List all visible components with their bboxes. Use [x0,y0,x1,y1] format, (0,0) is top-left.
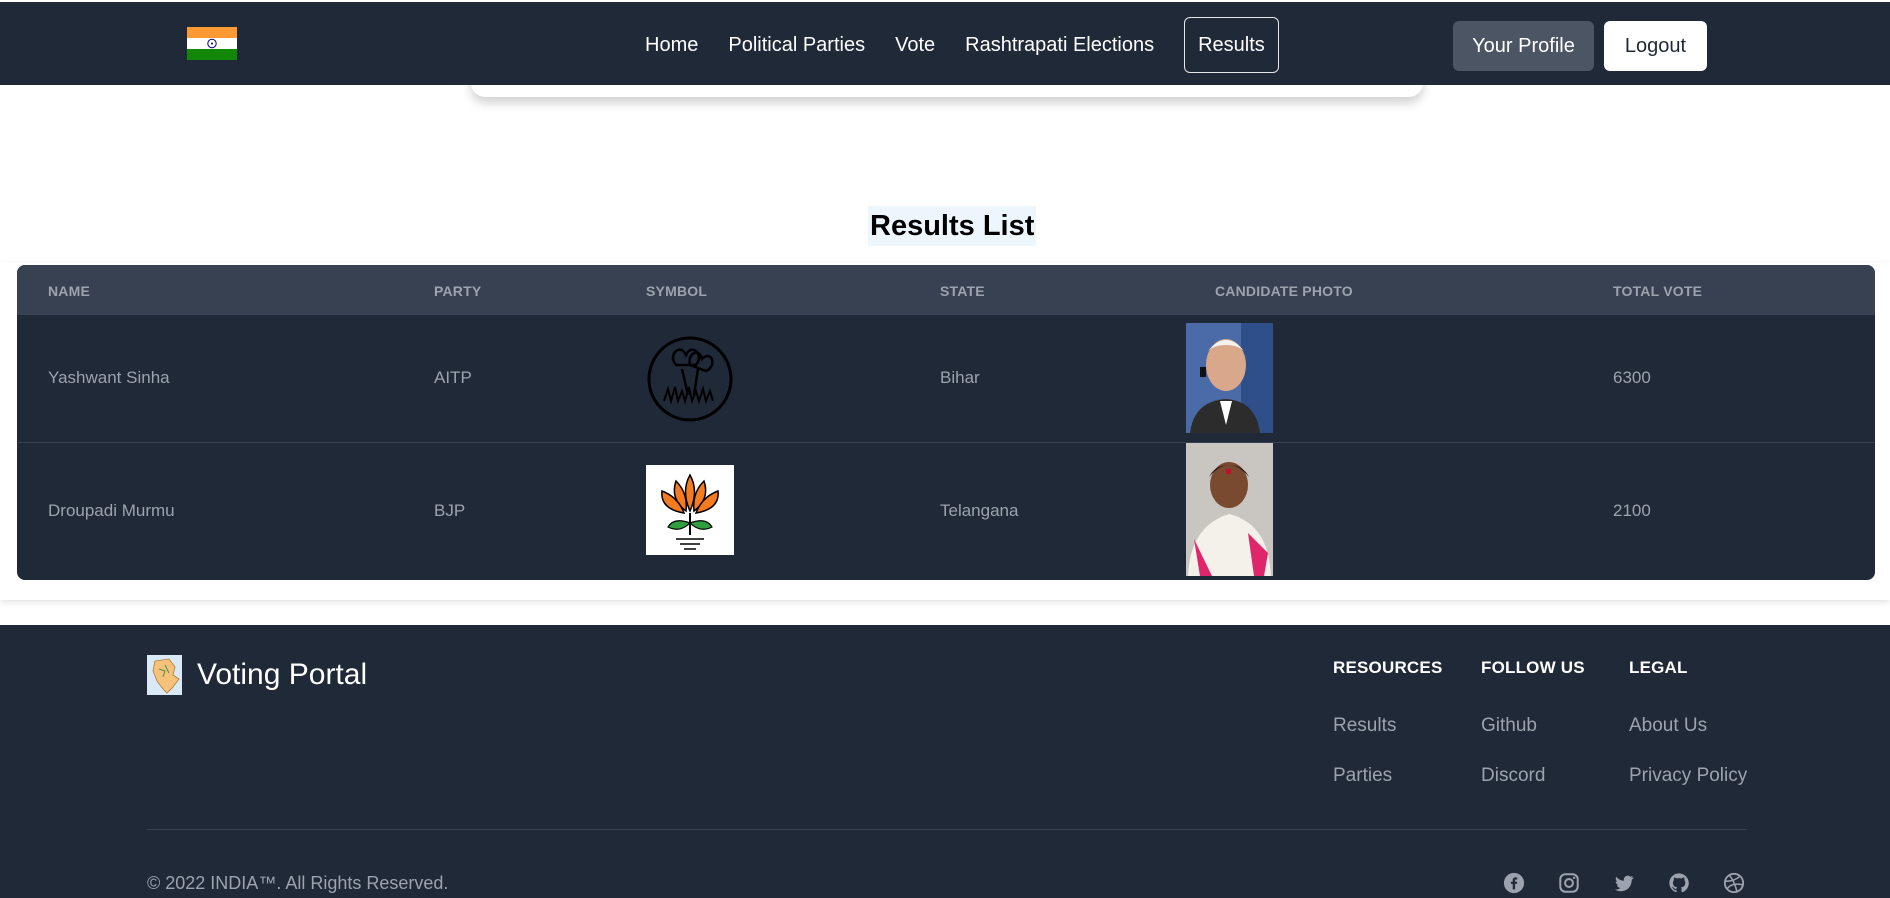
party-name: BJP [434,501,466,520]
footer-legal-title: LEGAL [1629,658,1688,677]
footer-link-discord[interactable]: Discord [1481,765,1545,787]
state-name: Bihar [940,368,980,387]
column-header-symbol: Symbol [646,283,708,299]
footer-link-results[interactable]: Results [1333,715,1396,737]
column-header-name: Name [48,283,91,299]
party-name: AITP [434,368,472,387]
india-flag-icon[interactable] [187,27,237,60]
footer-link-privacy-policy[interactable]: Privacy Policy [1629,765,1747,787]
column-header-party: Party [434,283,482,299]
results-table-header: Name Party Symbol State Candidate Photo … [17,265,1875,315]
nav-vote-link[interactable]: Vote [880,17,950,73]
candidate-name: Yashwant Sinha [48,368,170,387]
dribbble-icon[interactable] [1723,872,1745,894]
footer-copyright: © 2022 INDIA™. All Rights Reserved. [147,873,449,893]
nav-home-link[interactable]: Home [630,17,713,73]
footer-divider [147,829,1747,830]
candidate-photo-yashwant-sinha [1186,323,1273,433]
instagram-icon[interactable] [1558,872,1580,894]
candidate-name: Droupadi Murmu [48,501,175,520]
your-profile-button[interactable]: Your Profile [1453,21,1594,71]
india-map-icon[interactable] [147,655,182,695]
total-vote: 2100 [1613,501,1651,520]
table-row: Yashwant Sinha AITP Bihar 6300 [17,315,1875,443]
column-header-total-vote: Total Vote [1613,283,1703,299]
lotus-symbol-icon [646,465,734,555]
footer-link-github[interactable]: Github [1481,715,1537,737]
nav-political-parties-link[interactable]: Political Parties [713,17,880,73]
table-row: Droupadi Murmu BJP Telangana 2100 [17,443,1875,580]
state-name: Telangana [940,501,1019,520]
column-header-state: State [940,283,985,299]
facebook-icon[interactable] [1503,872,1525,894]
column-header-candidate-photo: Candidate Photo [1215,283,1353,299]
navbar: Home Political Parties Vote Rashtrapati … [0,2,1890,85]
total-vote: 6300 [1613,368,1651,387]
main-nav: Home Political Parties Vote Rashtrapati … [630,17,1279,73]
results-table: Name Party Symbol State Candidate Photo … [17,265,1875,580]
candidate-photo-droupadi-murmu [1186,443,1273,576]
footer-brand-name[interactable]: Voting Portal [197,655,367,695]
footer: Voting Portal RESOURCES Results Parties … [0,625,1890,898]
footer-resources-title: RESOURCES [1333,658,1443,677]
logout-button[interactable]: Logout [1604,21,1707,71]
twitter-icon[interactable] [1613,872,1635,894]
twin-flowers-grass-symbol-icon [646,335,734,423]
footer-link-parties[interactable]: Parties [1333,765,1392,787]
footer-follow-us-title: FOLLOW US [1481,658,1585,677]
nav-results-link[interactable]: Results [1184,17,1279,73]
github-icon[interactable] [1668,872,1690,894]
nav-rashtrapati-elections-link[interactable]: Rashtrapati Elections [950,17,1169,73]
footer-link-about-us[interactable]: About Us [1629,715,1707,737]
results-list-title: Results List [868,206,1037,246]
